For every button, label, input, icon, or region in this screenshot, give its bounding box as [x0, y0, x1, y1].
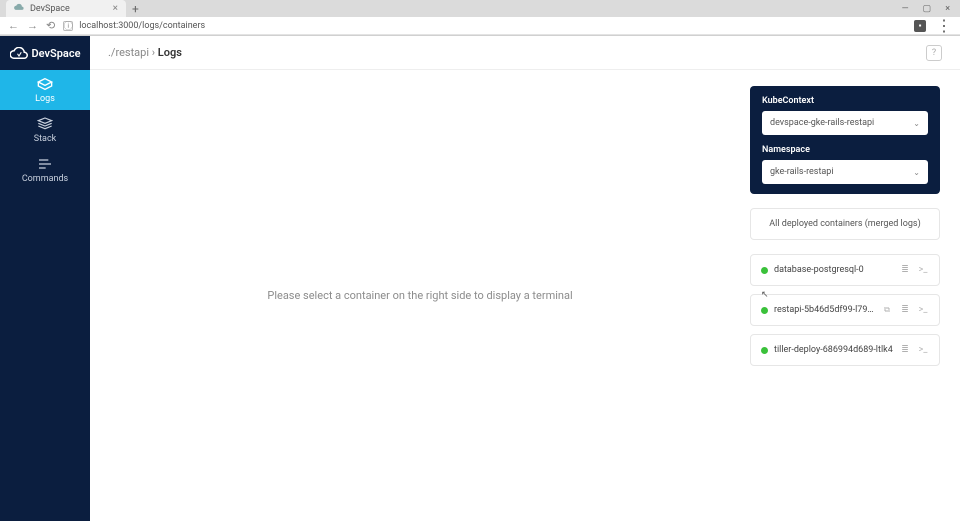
forward-icon[interactable]: →: [27, 19, 38, 32]
close-icon[interactable]: ×: [113, 3, 118, 14]
cloud-icon: [14, 3, 24, 14]
tab-title: DevSpace: [30, 4, 70, 14]
sidebar-item-label: Commands: [22, 174, 68, 184]
logs-icon[interactable]: ≣: [899, 265, 911, 275]
app-root: DevSpace Logs Stack Commands ./restapi ›…: [0, 36, 960, 521]
namespace-select[interactable]: gke-rails-restapi ⌄: [762, 160, 928, 184]
terminal-icon[interactable]: >_: [917, 265, 929, 275]
container-row[interactable]: tiller-deploy-686994d689-ltlk4 ≣ >_: [750, 334, 940, 366]
address-row: ← → ⟲ ⓘ localhost:3000/logs/containers ▪…: [0, 17, 960, 35]
logs-icon[interactable]: ≣: [899, 345, 911, 355]
content: ./restapi › Logs ? Please select a conta…: [90, 36, 960, 521]
status-dot-icon: [761, 267, 768, 274]
container-row[interactable]: restapi-5b46d5df99-l79wj ⧉ ≣ >_: [750, 294, 940, 326]
breadcrumb-current: Logs: [158, 46, 182, 59]
back-icon[interactable]: ←: [8, 19, 19, 32]
namespace-value: gke-rails-restapi: [770, 167, 834, 177]
body-row: Please select a container on the right s…: [90, 70, 960, 521]
sidebar-item-label: Logs: [35, 94, 55, 104]
browser-chrome: DevSpace × + — ▢ × ← → ⟲ ⓘ localhost:300…: [0, 0, 960, 36]
context-panel: KubeContext devspace-gke-rails-restapi ⌄…: [750, 86, 940, 194]
external-link-icon[interactable]: ⧉: [881, 305, 893, 315]
stack-icon: [37, 117, 53, 131]
container-name: tiller-deploy-686994d689-ltlk4: [774, 345, 893, 355]
center-pane: Please select a container on the right s…: [90, 70, 750, 521]
merged-logs-button[interactable]: All deployed containers (merged logs): [750, 208, 940, 240]
commands-icon: [37, 157, 53, 171]
minimize-icon[interactable]: —: [902, 4, 909, 14]
browser-tab[interactable]: DevSpace ×: [6, 0, 126, 17]
right-column: KubeContext devspace-gke-rails-restapi ⌄…: [750, 70, 960, 521]
status-dot-icon: [761, 307, 768, 314]
brand-name: DevSpace: [32, 47, 81, 60]
url-text: localhost:3000/logs/containers: [79, 21, 205, 31]
breadcrumb-path[interactable]: ./restapi: [108, 46, 149, 59]
brand[interactable]: DevSpace: [0, 36, 90, 70]
container-row[interactable]: database-postgresql-0 ≣ >_: [750, 254, 940, 286]
status-dot-icon: [761, 347, 768, 354]
breadcrumb-row: ./restapi › Logs ?: [90, 36, 960, 70]
sidebar-item-stack[interactable]: Stack: [0, 110, 90, 150]
logs-icon[interactable]: ≣: [899, 305, 911, 315]
chevron-down-icon: ⌄: [913, 119, 920, 128]
container-list: database-postgresql-0≣>_restapi-5b46d5df…: [750, 254, 940, 366]
sidebar-item-logs[interactable]: Logs: [0, 70, 90, 110]
breadcrumb: ./restapi › Logs: [108, 46, 182, 59]
logs-icon: [37, 77, 53, 91]
address-bar[interactable]: ⓘ localhost:3000/logs/containers: [63, 21, 906, 31]
reload-icon[interactable]: ⟲: [46, 19, 55, 32]
placeholder-text: Please select a container on the right s…: [267, 289, 572, 302]
terminal-icon[interactable]: >_: [917, 345, 929, 355]
kebab-icon[interactable]: ⋮: [936, 16, 952, 35]
sidebar-item-label: Stack: [34, 134, 56, 144]
container-name: restapi-5b46d5df99-l79wj: [774, 305, 875, 315]
chevron-down-icon: ⌄: [913, 168, 920, 177]
namespace-label: Namespace: [762, 145, 928, 155]
window-controls: — ▢ ×: [892, 4, 960, 14]
merged-logs-label: All deployed containers (merged logs): [769, 219, 920, 229]
site-info-icon[interactable]: ⓘ: [63, 21, 73, 31]
logo-icon: [10, 47, 28, 59]
container-name: database-postgresql-0: [774, 265, 893, 275]
sidebar: DevSpace Logs Stack Commands: [0, 36, 90, 521]
kube-context-select[interactable]: devspace-gke-rails-restapi ⌄: [762, 111, 928, 135]
help-icon[interactable]: ?: [926, 45, 942, 61]
maximize-icon[interactable]: ▢: [923, 4, 932, 14]
kube-context-label: KubeContext: [762, 96, 928, 106]
profile-icon[interactable]: ▪: [914, 20, 926, 32]
breadcrumb-sep: ›: [152, 46, 155, 59]
terminal-icon[interactable]: >_: [917, 305, 929, 315]
close-window-icon[interactable]: ×: [945, 4, 950, 14]
tab-strip: DevSpace × + — ▢ ×: [0, 0, 960, 17]
new-tab-button[interactable]: +: [126, 2, 145, 16]
kube-context-value: devspace-gke-rails-restapi: [770, 118, 874, 128]
sidebar-item-commands[interactable]: Commands: [0, 150, 90, 190]
